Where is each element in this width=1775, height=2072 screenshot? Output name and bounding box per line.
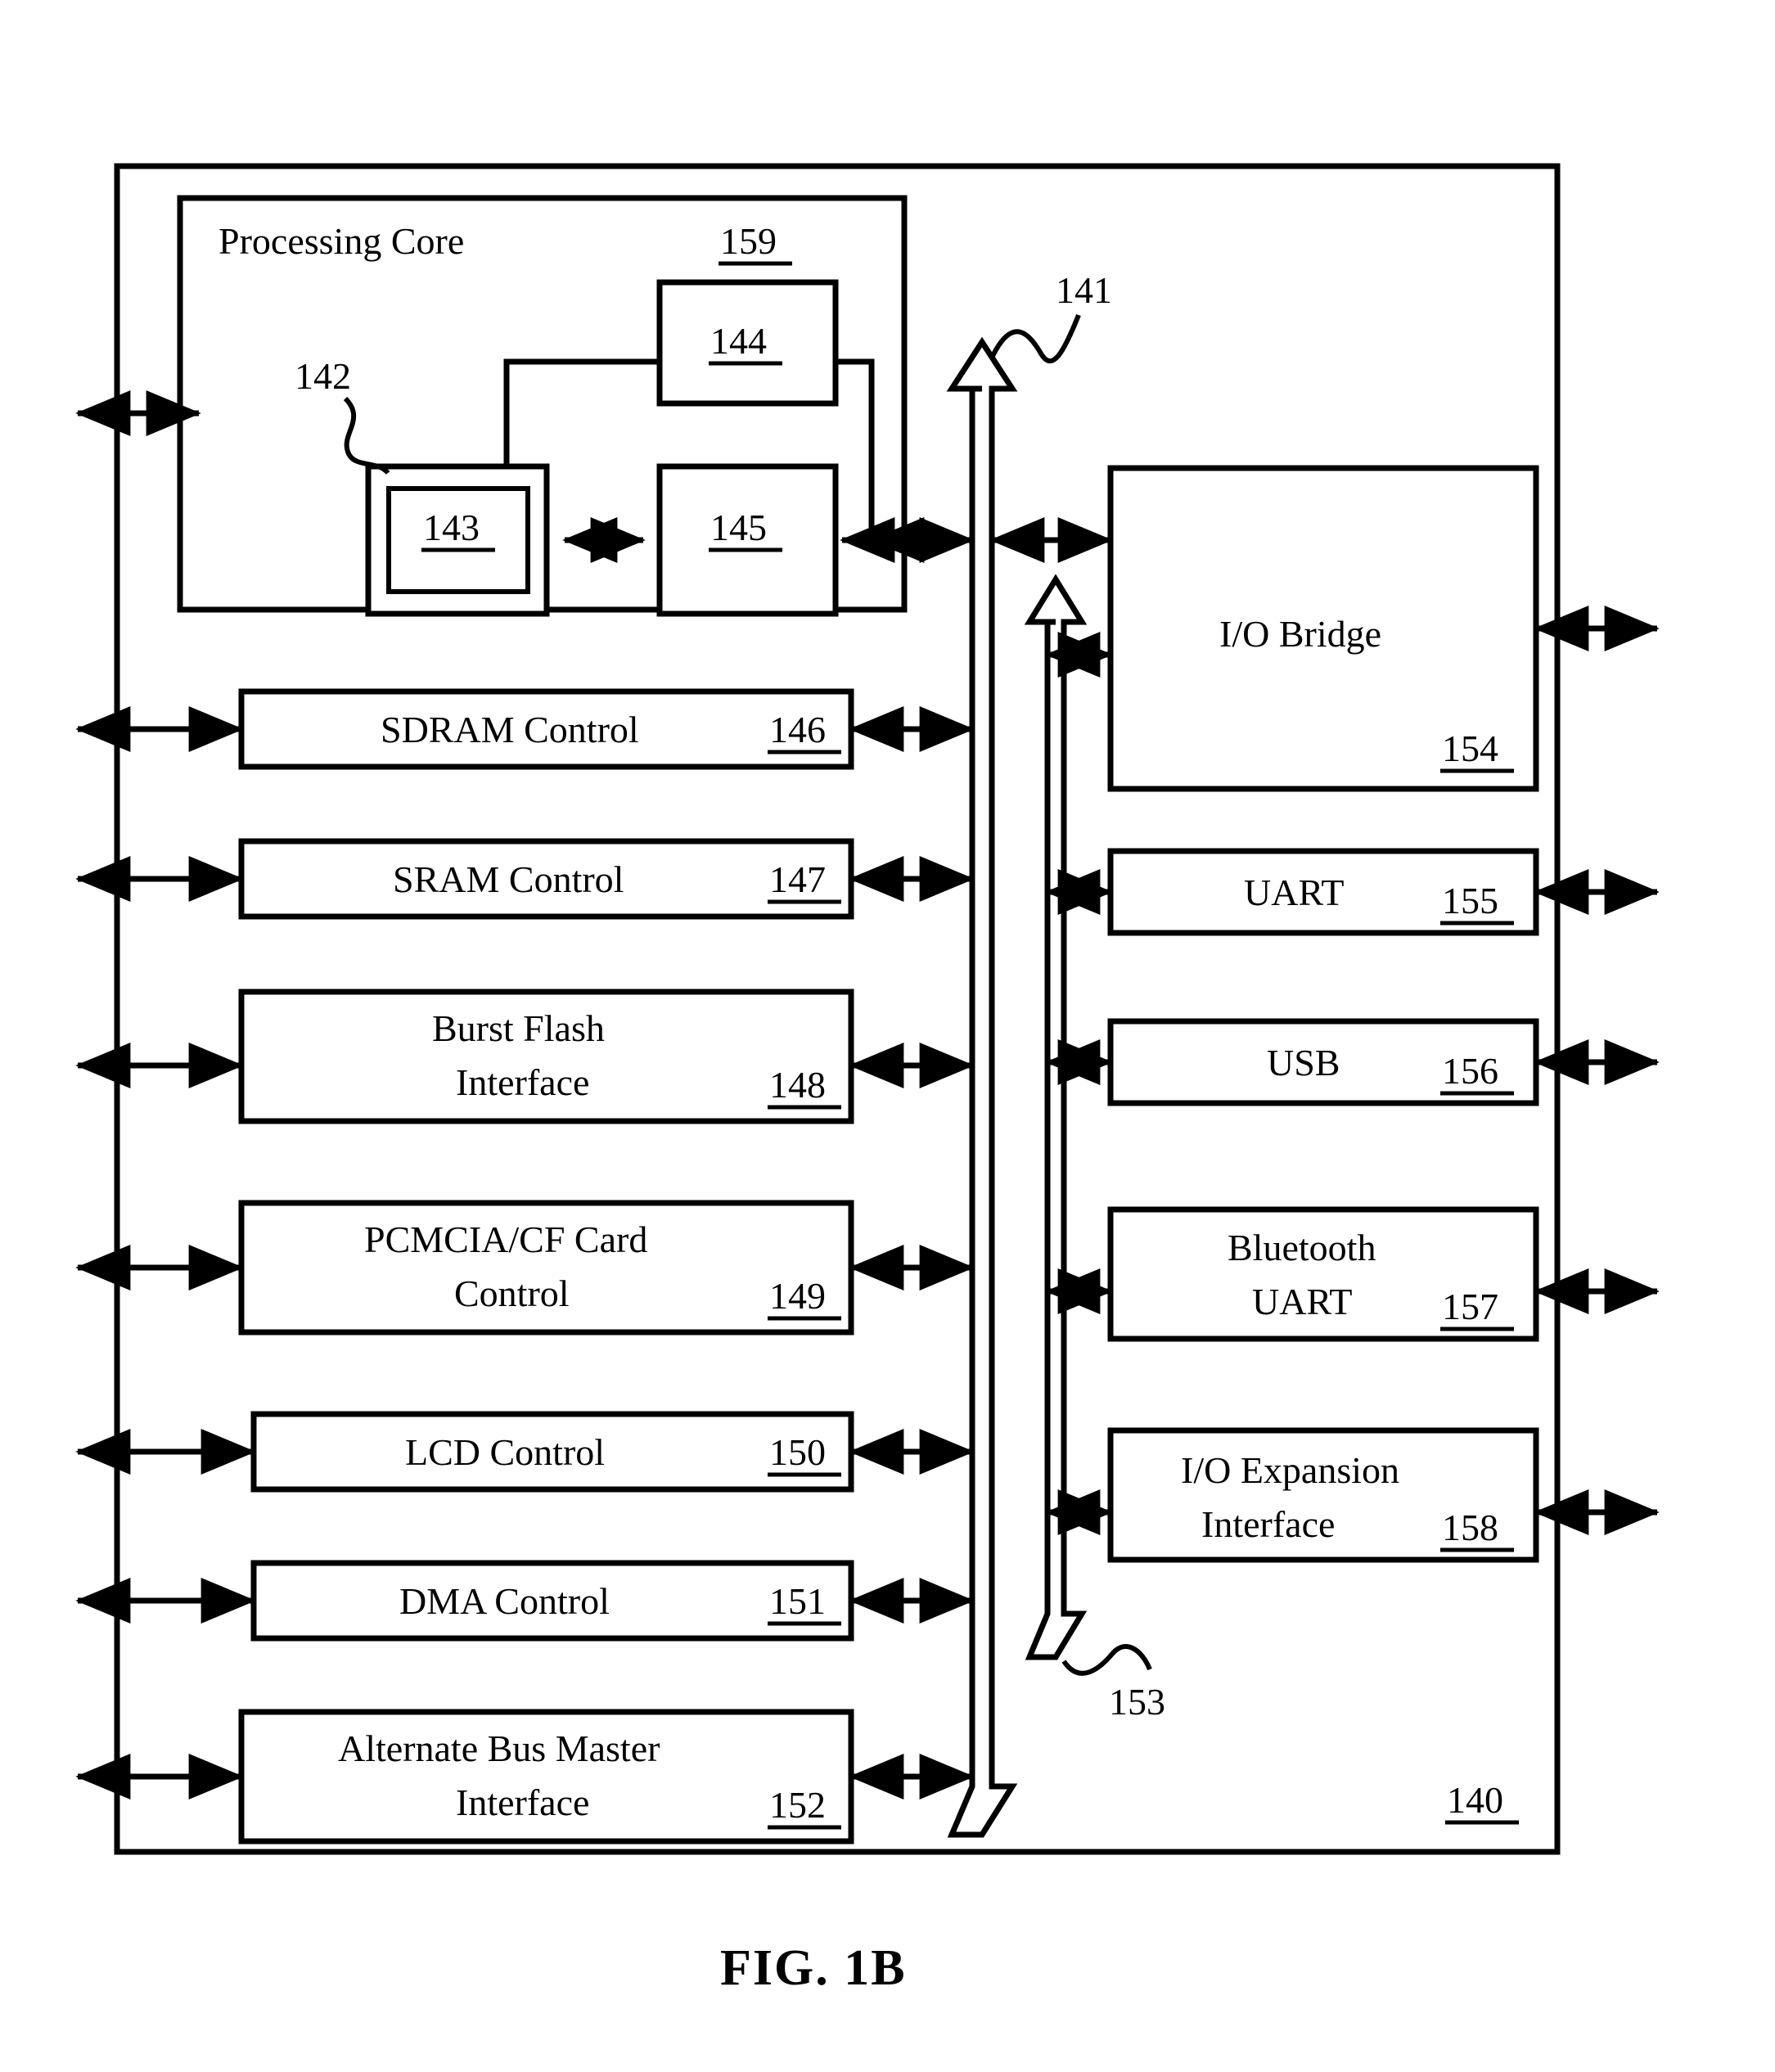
block-pcmcia-label1: PCMCIA/CF Card bbox=[364, 1218, 647, 1260]
block-altbus-label1: Alternate Bus Master bbox=[338, 1727, 660, 1769]
block-pcmcia-cf-card-control[interactable]: PCMCIA/CF Card Control 149 bbox=[238, 1200, 854, 1336]
block-usb-label: USB bbox=[1267, 1042, 1340, 1083]
block-pcmcia-ref: 149 bbox=[769, 1275, 826, 1317]
ref-141-label: 141 bbox=[1056, 269, 1112, 311]
block-bluetooth-uart[interactable]: Bluetooth UART 157 bbox=[1107, 1206, 1539, 1342]
block-dma-ref: 151 bbox=[769, 1580, 826, 1622]
block-pcmcia-label2: Control bbox=[454, 1272, 570, 1314]
block-io-expansion-interface[interactable]: I/O Expansion Interface 158 bbox=[1107, 1427, 1539, 1563]
svg-text:140: 140 bbox=[1447, 1779, 1503, 1821]
svg-text:159: 159 bbox=[720, 220, 777, 262]
block-burst-flash-interface[interactable]: Burst Flash Interface 148 bbox=[238, 989, 854, 1124]
block-lcd-ref: 150 bbox=[769, 1431, 826, 1473]
block-dma-label: DMA Control bbox=[399, 1580, 610, 1622]
block-bt-ref: 157 bbox=[1442, 1286, 1498, 1327]
ref-153-label: 153 bbox=[1109, 1681, 1165, 1723]
block-bt-label2: UART bbox=[1252, 1281, 1352, 1322]
svg-text:145: 145 bbox=[710, 507, 767, 548]
block-usb-ref: 156 bbox=[1442, 1050, 1498, 1092]
block-lcd-control[interactable]: LCD Control 150 bbox=[250, 1411, 854, 1493]
ref-142-label: 142 bbox=[295, 355, 351, 397]
block-sdram-control-label: SDRAM Control bbox=[381, 709, 639, 750]
svg-text:144: 144 bbox=[710, 320, 767, 362]
block-sram-control-label: SRAM Control bbox=[393, 858, 624, 900]
block-uart-ref: 155 bbox=[1442, 880, 1498, 921]
block-sram-control[interactable]: SRAM Control 147 bbox=[238, 838, 854, 920]
block-uart[interactable]: UART 155 bbox=[1107, 848, 1539, 936]
block-ioexp-label1: I/O Expansion bbox=[1181, 1449, 1399, 1491]
block-burst-flash-label1: Burst Flash bbox=[432, 1007, 605, 1049]
block-io-bridge-label: I/O Bridge bbox=[1219, 613, 1381, 655]
block-io-bridge-ref: 154 bbox=[1442, 727, 1498, 769]
figure-caption: FIG. 1B bbox=[720, 1940, 907, 1996]
block-altbus-ref: 152 bbox=[769, 1784, 826, 1826]
block-burst-flash-ref: 148 bbox=[769, 1064, 826, 1106]
block-alternate-bus-master-interface[interactable]: Alternate Bus Master Interface 152 bbox=[238, 1709, 854, 1845]
block-bt-label1: Bluetooth bbox=[1228, 1227, 1376, 1268]
block-sdram-control[interactable]: SDRAM Control 146 bbox=[238, 688, 854, 770]
block-uart-label: UART bbox=[1244, 872, 1344, 913]
block-dma-control[interactable]: DMA Control 151 bbox=[250, 1560, 854, 1642]
patent-figure-1b: Processing Core 159 144 143 145 142 141 bbox=[0, 0, 1775, 2072]
block-lcd-label: LCD Control bbox=[405, 1431, 605, 1473]
block-burst-flash-label2: Interface bbox=[456, 1061, 589, 1103]
block-io-bridge[interactable]: I/O Bridge 154 bbox=[1107, 465, 1539, 792]
block-altbus-label2: Interface bbox=[456, 1781, 589, 1823]
block-ioexp-label2: Interface bbox=[1201, 1503, 1335, 1545]
processing-core-title: Processing Core bbox=[218, 220, 464, 262]
block-sdram-control-ref: 146 bbox=[769, 709, 826, 750]
svg-text:143: 143 bbox=[423, 507, 480, 548]
block-ioexp-ref: 158 bbox=[1442, 1507, 1498, 1548]
block-usb[interactable]: USB 156 bbox=[1107, 1018, 1539, 1106]
block-sram-control-ref: 147 bbox=[769, 858, 826, 900]
